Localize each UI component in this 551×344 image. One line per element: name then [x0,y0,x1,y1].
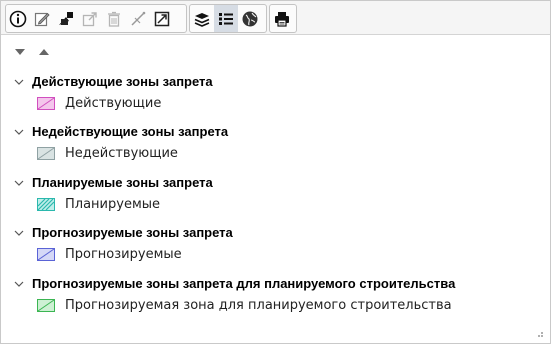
legend-group-title: Недействующие зоны запрета [32,124,229,139]
expand-collapse-controls [13,45,51,59]
layers-button[interactable] [190,5,214,32]
chevron-down-icon[interactable] [13,177,25,189]
collapse-all-button[interactable] [37,45,51,59]
chevron-down-icon[interactable] [13,76,25,88]
globe-icon [242,11,258,26]
legend-layer-label: Прогнозируемые [65,247,182,262]
legend-group-title: Действующие зоны запрета [32,74,213,89]
layer-swatch [37,299,55,312]
legend-icon [219,12,233,25]
zoom-to-icon [154,11,170,26]
info-button[interactable] [6,5,30,32]
info-icon [9,10,27,27]
toolbar-group-print [269,4,297,33]
measure-icon [131,11,146,26]
legend-layer-label: Планируемые [65,197,161,212]
export-icon [82,11,97,26]
legend-layer-label: Недействующие [65,146,178,161]
triangle-down-icon [15,49,25,55]
chevron-down-icon[interactable] [13,227,25,239]
toolbar [1,1,550,35]
expand-all-button[interactable] [13,45,27,59]
legend-layer-label: Прогнозируемая зона для планируемого стр… [65,298,452,313]
layers-icon [194,12,210,27]
legend-panel: Действующие зоны запрета Действующие Нед… [0,0,551,344]
style-icon [59,11,73,25]
delete-icon [108,11,120,27]
print-icon [275,11,289,27]
legend-layer-label: Действующие [65,96,162,111]
legend-group-title: Планируемые зоны запрета [32,175,213,190]
toolbar-group-tools [5,4,187,33]
edit-button[interactable] [30,5,54,32]
resize-grip-icon[interactable] [534,328,544,338]
chevron-down-icon[interactable] [13,126,25,138]
triangle-up-icon [39,49,49,55]
globe-button[interactable] [238,5,262,32]
style-button[interactable] [54,5,78,32]
measure-button[interactable] [126,5,150,32]
print-button[interactable] [270,5,294,32]
zoom-to-button[interactable] [150,5,174,32]
chevron-down-icon[interactable] [13,278,25,290]
layer-swatch [37,147,55,160]
layer-swatch [37,248,55,261]
legend-group-title: Прогнозируемые зоны запрета для планируе… [32,276,456,291]
export-button[interactable] [78,5,102,32]
layer-swatch [37,198,55,211]
legend-button[interactable] [214,5,238,32]
delete-button[interactable] [102,5,126,32]
legend-group-title: Прогнозируемые зоны запрета [32,225,233,240]
toolbar-group-view [189,4,267,33]
layer-swatch [37,97,55,110]
edit-icon [34,12,50,26]
